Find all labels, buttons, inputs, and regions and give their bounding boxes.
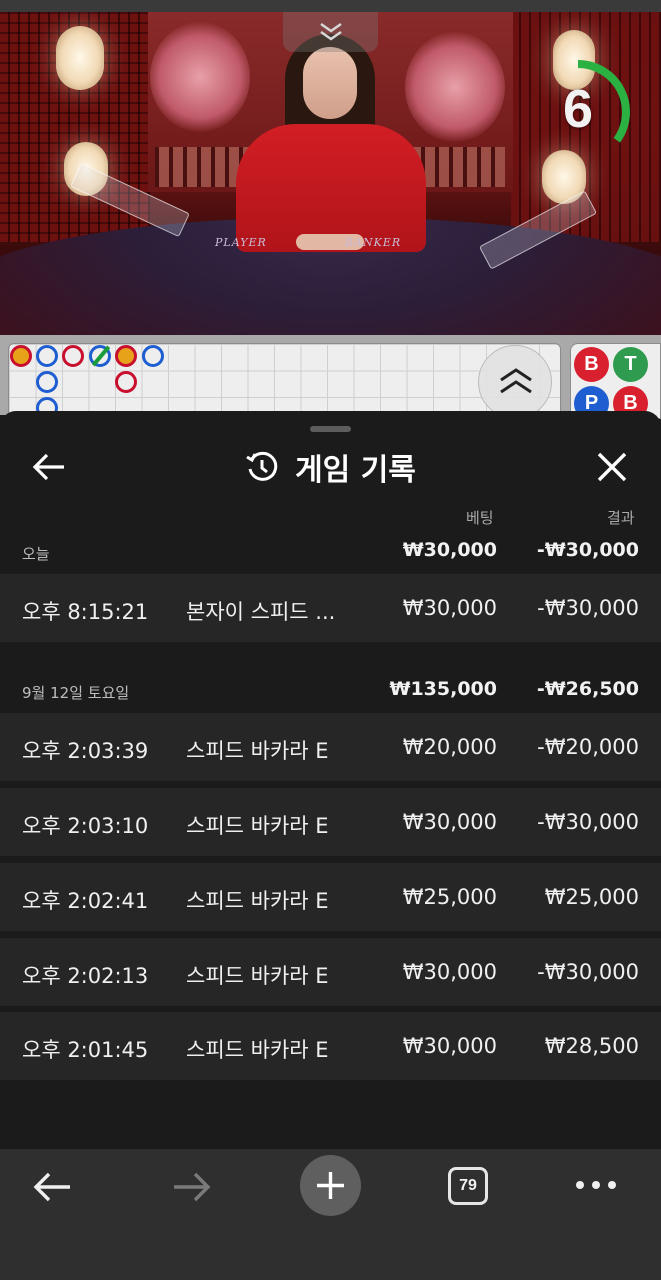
- road-bead: [89, 345, 111, 367]
- predict-banker-button[interactable]: B: [574, 347, 609, 382]
- countdown-number: 6: [562, 79, 594, 139]
- game-history-sheet: 게임 기록 베팅 결과 오늘 ₩30,000 -₩30,000 오후 8:15:…: [0, 411, 661, 1149]
- road-bead: [115, 345, 137, 367]
- chevron-up-icon: [500, 368, 532, 394]
- date-group-header: 오늘 ₩30,000 -₩30,000: [0, 535, 661, 565]
- row-time: 오후 2:03:10: [22, 814, 149, 838]
- browser-back-button[interactable]: [32, 1167, 74, 1211]
- group-total-bet: ₩30,000: [402, 539, 497, 561]
- row-result: -₩30,000: [537, 960, 639, 984]
- row-result: ₩28,500: [544, 1034, 639, 1058]
- table-label-banker: BANKER: [345, 236, 402, 249]
- close-icon: [597, 452, 627, 482]
- table-row[interactable]: 오후 2:02:41 스피드 바카라 E ₩25,000 ₩25,000: [0, 863, 661, 931]
- row-time: 오후 2:02:13: [22, 964, 149, 988]
- status-strip: [0, 0, 661, 12]
- row-time: 오후 2:03:39: [22, 739, 149, 763]
- row-bet: ₩30,000: [402, 596, 497, 620]
- browser-forward-button[interactable]: [170, 1167, 212, 1211]
- live-video[interactable]: PLAYER BANKER 6: [0, 12, 661, 335]
- new-tab-button[interactable]: [300, 1155, 361, 1216]
- row-game: 스피드 바카라 E: [186, 889, 329, 913]
- row-bet: ₩30,000: [402, 1034, 497, 1058]
- road-bead: [36, 345, 58, 367]
- table-row[interactable]: 오후 8:15:21 본자이 스피드 ... ₩30,000 -₩30,000: [0, 574, 661, 642]
- forward-arrow-icon: [174, 1172, 211, 1202]
- road-bead: [115, 371, 137, 393]
- predict-tie-button[interactable]: T: [613, 347, 648, 382]
- group-total-result: -₩26,500: [536, 678, 639, 700]
- group-date: 오늘: [22, 545, 50, 563]
- row-time: 오후 2:01:45: [22, 1038, 149, 1062]
- row-game: 스피드 바카라 E: [186, 814, 329, 838]
- table-row[interactable]: 오후 2:02:13 스피드 바카라 E ₩30,000 -₩30,000: [0, 938, 661, 1006]
- road-bead: [62, 345, 84, 367]
- dealer-body: [236, 124, 426, 252]
- close-button[interactable]: [592, 447, 632, 487]
- road-bead: [10, 345, 32, 367]
- row-bet: ₩30,000: [402, 810, 497, 834]
- column-header-result: 결과: [607, 509, 635, 527]
- plus-icon: [317, 1172, 344, 1199]
- row-result: -₩20,000: [537, 735, 639, 759]
- table-row[interactable]: 오후 2:03:39 스피드 바카라 E ₩20,000 -₩20,000: [0, 713, 661, 781]
- road-bead: [36, 371, 58, 393]
- road-prediction-panel: B T P B: [570, 343, 661, 421]
- collapse-video-button[interactable]: [283, 12, 378, 52]
- tabs-icon[interactable]: 79: [448, 1167, 488, 1205]
- page-title: 게임 기록: [295, 453, 416, 488]
- group-date: 9월 12일 토요일: [22, 684, 130, 702]
- row-time: 오후 8:15:21: [22, 600, 149, 624]
- chevron-down-icon: [320, 22, 342, 41]
- row-result: ₩25,000: [544, 885, 639, 909]
- history-icon: [246, 451, 278, 481]
- row-bet: ₩30,000: [402, 960, 497, 984]
- lantern-decor: [56, 26, 104, 90]
- row-result: -₩30,000: [537, 596, 639, 620]
- row-game: 스피드 바카라 E: [186, 1038, 329, 1062]
- decor-blossom: [150, 22, 250, 132]
- row-bet: ₩20,000: [402, 735, 497, 759]
- dealer-face: [303, 47, 357, 119]
- more-menu-button[interactable]: [574, 1177, 618, 1197]
- decor-blossom: [405, 32, 505, 142]
- row-bet: ₩25,000: [402, 885, 497, 909]
- table-row[interactable]: 오후 2:03:10 스피드 바카라 E ₩30,000 -₩30,000: [0, 788, 661, 856]
- row-game: 스피드 바카라 E: [186, 964, 329, 988]
- back-arrow-icon: [33, 1172, 70, 1202]
- row-time: 오후 2:02:41: [22, 889, 149, 913]
- group-total-result: -₩30,000: [536, 539, 639, 561]
- column-header-bet: 베팅: [466, 509, 494, 527]
- row-game: 본자이 스피드 ...: [186, 600, 336, 624]
- road-bead: [142, 345, 164, 367]
- date-group-header: 9월 12일 토요일 ₩135,000 -₩26,500: [0, 674, 661, 704]
- sheet-header: 게임 기록: [0, 447, 661, 488]
- expand-roadmap-button[interactable]: [478, 345, 552, 419]
- table-label-player: PLAYER: [215, 236, 267, 249]
- row-result: -₩30,000: [537, 810, 639, 834]
- browser-toolbar: 79: [0, 1149, 661, 1280]
- row-game: 스피드 바카라 E: [186, 739, 329, 763]
- sheet-grabber[interactable]: [310, 426, 351, 432]
- roadmap-strip: [0, 335, 661, 419]
- group-total-bet: ₩135,000: [389, 678, 498, 700]
- more-icon: [576, 1181, 616, 1189]
- betting-countdown: 6: [550, 42, 632, 154]
- table-row[interactable]: 오후 2:01:45 스피드 바카라 E ₩30,000 ₩28,500: [0, 1012, 661, 1080]
